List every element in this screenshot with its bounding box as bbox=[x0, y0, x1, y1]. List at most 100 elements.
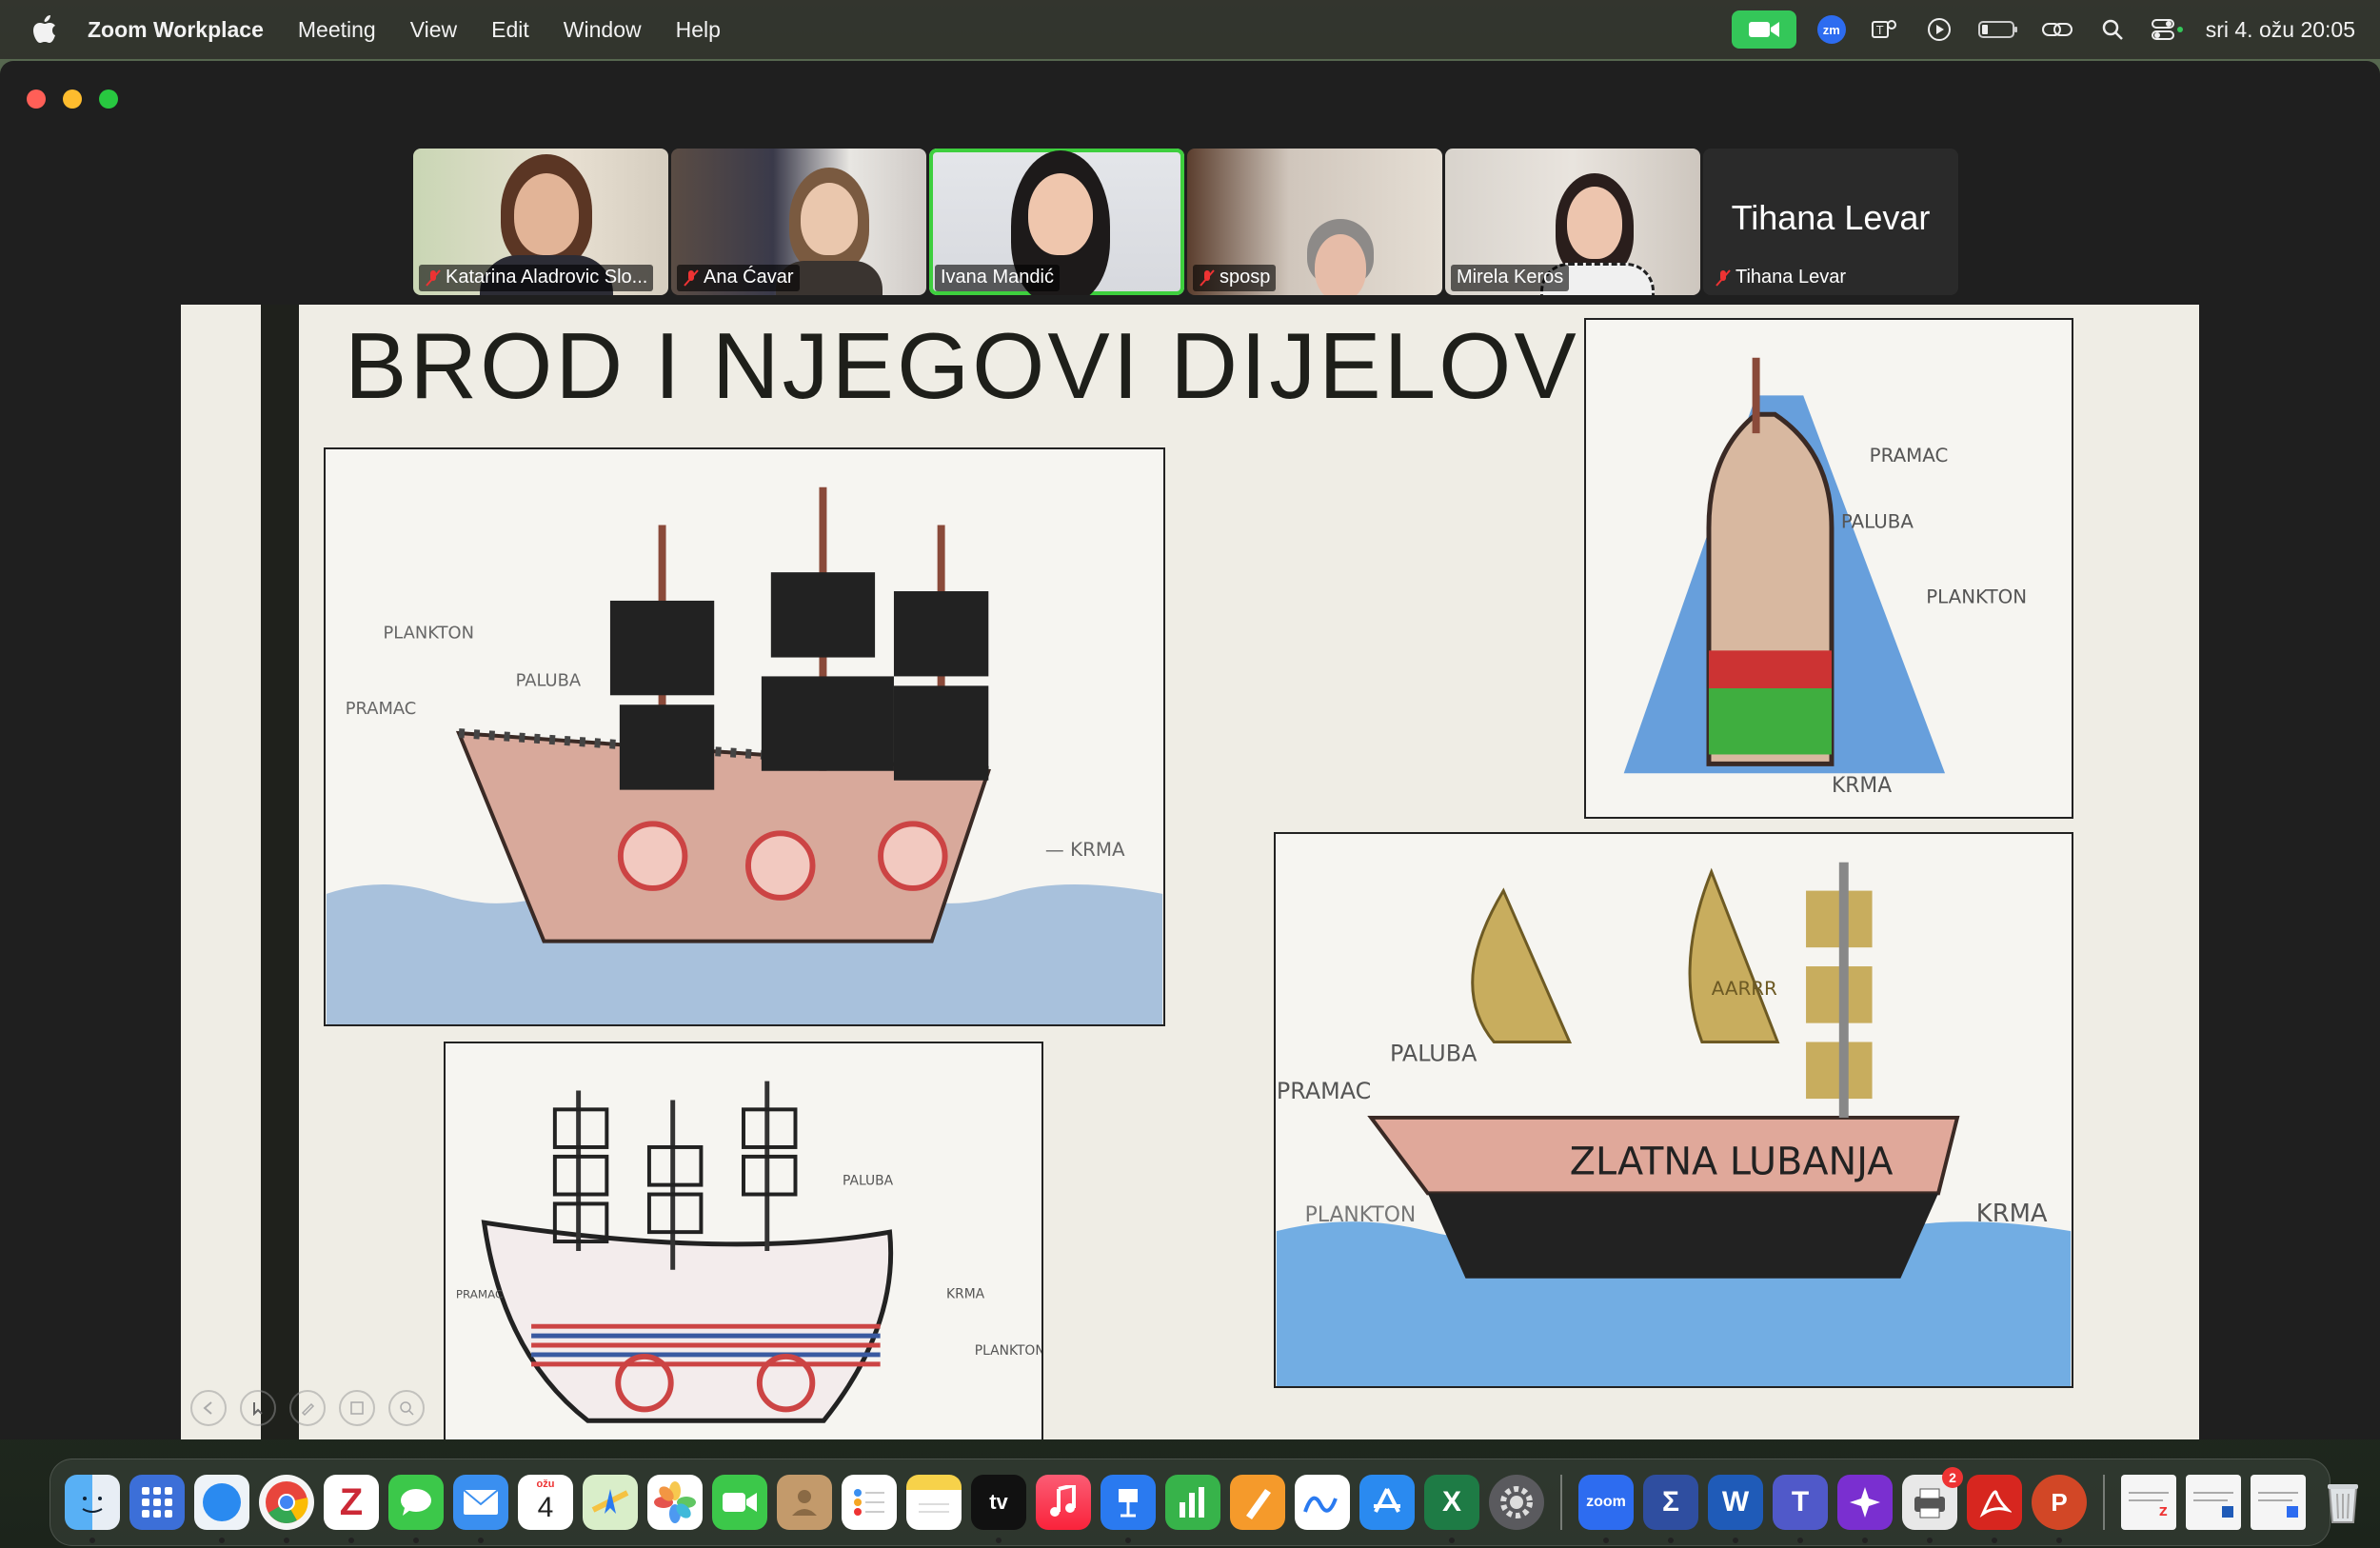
participant-tile-video-off[interactable]: Tihana Levar Tihana Levar bbox=[1703, 149, 1958, 295]
dock-separator bbox=[1560, 1475, 1562, 1530]
doc-preview-2-icon[interactable] bbox=[2186, 1475, 2241, 1530]
zoom-zm-icon[interactable]: zm bbox=[1816, 15, 1846, 44]
control-center-icon[interactable] bbox=[2151, 15, 2185, 44]
finder-icon[interactable] bbox=[65, 1475, 120, 1543]
freeform-icon[interactable] bbox=[1295, 1475, 1350, 1530]
window-maximize-button[interactable] bbox=[99, 89, 118, 109]
menu-help[interactable]: Help bbox=[676, 17, 721, 43]
mail-icon[interactable] bbox=[453, 1475, 508, 1543]
safari-icon[interactable] bbox=[194, 1475, 249, 1543]
label-paluba-4: PALUBA bbox=[1390, 1040, 1478, 1066]
ship-drawing-1-art: PLANKTON PALUBA PRAMAC — KRMA bbox=[326, 486, 1163, 1024]
calendar-month: ožu bbox=[536, 1479, 555, 1490]
svg-text:T: T bbox=[1875, 24, 1884, 37]
zotero-icon[interactable]: Z bbox=[324, 1475, 379, 1543]
pen-icon[interactable] bbox=[289, 1390, 326, 1426]
contacts-icon[interactable] bbox=[777, 1475, 832, 1530]
numbers-icon[interactable] bbox=[1165, 1475, 1220, 1530]
search-icon[interactable] bbox=[2095, 15, 2130, 44]
label-pramac-2: PRAMAC bbox=[1870, 445, 1949, 466]
participant-tile[interactable]: Mirela Keros bbox=[1445, 149, 1700, 295]
window-minimize-button[interactable] bbox=[63, 89, 82, 109]
label-plankton-2: PLANKTON bbox=[1926, 586, 2027, 608]
label-krma-1: — KRMA bbox=[1045, 839, 1125, 861]
participant-face bbox=[1315, 234, 1366, 295]
menu-bar: Zoom Workplace Meeting View Edit Window … bbox=[0, 0, 2380, 59]
label-paluba-1: PALUBA bbox=[516, 670, 582, 690]
status-area: zm T sri 4. ožu 20:05 bbox=[1731, 0, 2355, 59]
excel-icon[interactable]: X bbox=[1424, 1475, 1479, 1543]
facetime-icon[interactable] bbox=[712, 1475, 767, 1530]
doc-preview-3-icon[interactable] bbox=[2251, 1475, 2306, 1530]
acrobat-icon[interactable] bbox=[1967, 1475, 2022, 1543]
doc-preview-1-icon[interactable]: Z bbox=[2121, 1475, 2176, 1530]
participant-strip: Katarina Aladrovic Slo... Ana Ćavar Ivan… bbox=[413, 149, 1958, 295]
word-icon[interactable]: W bbox=[1708, 1475, 1763, 1543]
zoom-icon[interactable] bbox=[388, 1390, 425, 1426]
participant-name: Katarina Aladrovic Slo... bbox=[446, 267, 648, 288]
play-icon[interactable] bbox=[1922, 15, 1956, 44]
shared-screen-slide[interactable]: BROD I NJEGOVI DIJELOVI PLANKTON PALUBA … bbox=[181, 305, 2199, 1439]
ship-drawing-3: PALUBA PRAMAC KRMA PLANKTON bbox=[444, 1042, 1043, 1439]
notes-icon[interactable] bbox=[906, 1475, 962, 1530]
powerpoint-icon[interactable]: P bbox=[2032, 1475, 2087, 1543]
label-aarrr-4: AARRR bbox=[1712, 978, 1777, 1000]
participant-tile-active-speaker[interactable]: Ivana Mandić bbox=[929, 149, 1184, 295]
dock-separator bbox=[2103, 1475, 2105, 1530]
label-plankton-4: PLANKTON bbox=[1305, 1203, 1417, 1227]
system-settings-icon[interactable] bbox=[1489, 1475, 1544, 1530]
battery-icon[interactable] bbox=[1977, 15, 2019, 44]
label-pramac-1: PRAMAC bbox=[346, 699, 417, 719]
slide-title: BROD I NJEGOVI DIJELOVI bbox=[345, 313, 1608, 418]
copilot-icon[interactable] bbox=[1837, 1475, 1893, 1543]
apple-icon[interactable] bbox=[32, 15, 59, 44]
trash-icon[interactable] bbox=[2315, 1475, 2370, 1530]
menu-meeting[interactable]: Meeting bbox=[298, 17, 376, 43]
muted-mic-icon bbox=[425, 268, 442, 288]
participant-tile[interactable]: Ana Ćavar bbox=[671, 149, 926, 295]
grid-icon[interactable] bbox=[339, 1390, 375, 1426]
calendar-icon[interactable]: ožu 4 bbox=[518, 1475, 573, 1530]
participant-name-tag: Katarina Aladrovic Slo... bbox=[419, 265, 654, 291]
appletv-icon[interactable]: tv bbox=[971, 1475, 1026, 1543]
pointer-icon[interactable] bbox=[240, 1390, 276, 1426]
maps-icon[interactable] bbox=[583, 1475, 638, 1530]
launchpad-icon[interactable] bbox=[129, 1475, 185, 1530]
music-icon[interactable] bbox=[1036, 1475, 1091, 1530]
calendar-day: 4 bbox=[537, 1492, 554, 1523]
zoom-camera-icon[interactable] bbox=[1731, 10, 1796, 49]
teams-icon[interactable]: T bbox=[1867, 15, 1901, 44]
menu-edit[interactable]: Edit bbox=[491, 17, 529, 43]
menubar-clock[interactable]: sri 4. ožu 20:05 bbox=[2206, 17, 2355, 43]
appstore-icon[interactable] bbox=[1359, 1475, 1415, 1530]
window-close-button[interactable] bbox=[27, 89, 46, 109]
participant-tile[interactable]: sposp bbox=[1187, 149, 1442, 295]
keynote-icon[interactable] bbox=[1101, 1475, 1156, 1543]
prev-slide-icon[interactable] bbox=[190, 1390, 227, 1426]
muted-mic-icon bbox=[1199, 268, 1216, 288]
chrome-icon[interactable] bbox=[259, 1475, 314, 1543]
reminders-icon[interactable] bbox=[842, 1475, 897, 1530]
label-pramac-3: PRAMAC bbox=[456, 1287, 504, 1300]
pages-icon[interactable] bbox=[1230, 1475, 1285, 1530]
participant-face bbox=[1567, 187, 1622, 259]
printer-icon[interactable]: 2 bbox=[1902, 1467, 1963, 1543]
participant-face bbox=[514, 173, 579, 255]
sigma-icon[interactable]: Σ bbox=[1643, 1475, 1698, 1543]
participant-name: sposp bbox=[1220, 267, 1271, 288]
ship-drawing-4-art: PRAMAC PALUBA ZLATNA LUBANJA PLANKTON KR… bbox=[1276, 862, 2072, 1386]
link-icon[interactable] bbox=[2040, 15, 2074, 44]
photos-icon[interactable] bbox=[647, 1475, 703, 1530]
teams-dock-icon[interactable]: T bbox=[1773, 1475, 1828, 1543]
menu-window[interactable]: Window bbox=[564, 17, 642, 43]
zoom-icon[interactable]: zoom bbox=[1578, 1475, 1634, 1543]
menu-view[interactable]: View bbox=[410, 17, 457, 43]
participant-name: Tihana Levar bbox=[1735, 267, 1846, 288]
messages-icon[interactable] bbox=[388, 1475, 444, 1543]
svg-text:Z: Z bbox=[2159, 1505, 2168, 1518]
menu-app-name[interactable]: Zoom Workplace bbox=[88, 17, 264, 43]
participant-tile[interactable]: Katarina Aladrovic Slo... bbox=[413, 149, 668, 295]
label-paluba-3: PALUBA bbox=[843, 1174, 894, 1189]
participant-name: Mirela Keros bbox=[1457, 267, 1564, 288]
ship-drawing-4: PRAMAC PALUBA ZLATNA LUBANJA PLANKTON KR… bbox=[1274, 832, 2073, 1388]
